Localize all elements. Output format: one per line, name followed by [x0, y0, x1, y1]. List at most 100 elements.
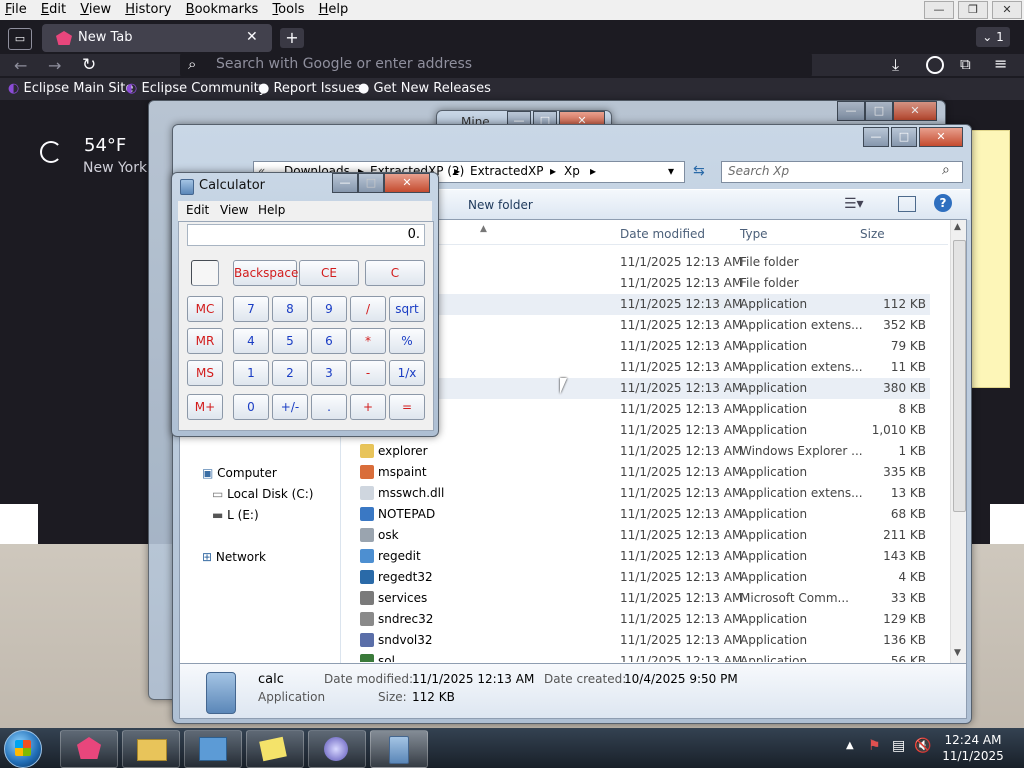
- tree-item-local-disk[interactable]: ▭ Local Disk (C:): [212, 487, 313, 501]
- menu-tools[interactable]: Tools: [267, 0, 309, 19]
- menu-view[interactable]: View: [220, 203, 248, 217]
- help-icon[interactable]: ?: [934, 194, 952, 212]
- key-6-button[interactable]: 6: [311, 328, 347, 354]
- tree-item-computer[interactable]: ▣ Computer: [202, 466, 277, 480]
- table-row[interactable]: osk 11/1/2025 12:13 AM Application 211 KB: [342, 525, 930, 546]
- table-row[interactable]: mspaint 11/1/2025 12:13 AM Application 335 …: [342, 462, 930, 483]
- network-icon[interactable]: ▤: [892, 738, 905, 754]
- tree-item-l-drive[interactable]: ▬ L (E:): [212, 508, 259, 522]
- address-bar[interactable]: ⌕ Search with Google or enter address: [180, 52, 812, 78]
- key-sign-button[interactable]: +/-: [272, 394, 308, 420]
- table-row[interactable]: services 11/1/2025 12:13 AM Microsoft Comm…: [342, 588, 930, 609]
- bookmark-eclipse-community[interactable]: ◐ Eclipse Community: [126, 81, 266, 96]
- key-7-button[interactable]: 7: [233, 296, 269, 322]
- action-center-icon[interactable]: ⚑: [868, 738, 881, 754]
- account-icon[interactable]: [926, 56, 944, 74]
- minimize-button[interactable]: —: [863, 127, 889, 147]
- c-button[interactable]: C: [365, 260, 425, 286]
- taskbar-mine-app[interactable]: [308, 730, 366, 768]
- key-add-button[interactable]: +: [350, 394, 386, 420]
- key-multiply-button[interactable]: *: [350, 328, 386, 354]
- search-input[interactable]: Search Xp ⌕: [721, 161, 963, 183]
- menu-bookmarks[interactable]: Bookmarks: [181, 0, 264, 19]
- key-equals-button[interactable]: =: [389, 394, 425, 420]
- column-type[interactable]: Type: [740, 227, 768, 241]
- tree-item-network[interactable]: ⊞ Network: [202, 550, 266, 564]
- breadcrumb-xp[interactable]: Xp: [564, 164, 580, 178]
- taskbar-sticky-notes[interactable]: [246, 730, 304, 768]
- menu-edit[interactable]: Edit: [36, 0, 71, 19]
- table-row[interactable]: sndvol32 11/1/2025 12:13 AM Application 136…: [342, 630, 930, 651]
- tab-new-tab[interactable]: New Tab ✕: [42, 24, 272, 52]
- breadcrumb-extractedxp[interactable]: ExtractedXP: [470, 164, 543, 178]
- key-4-button[interactable]: 4: [233, 328, 269, 354]
- minimize-button[interactable]: —: [837, 101, 865, 121]
- bookmark-get-new-releases[interactable]: ● Get New Releases: [358, 81, 491, 96]
- download-icon[interactable]: ⤓: [892, 55, 899, 75]
- taskbar-calculator[interactable]: [370, 730, 428, 768]
- mc-button[interactable]: MC: [187, 296, 223, 322]
- backspace-button[interactable]: Backspace: [233, 260, 298, 286]
- menu-help[interactable]: Help: [314, 0, 354, 19]
- extensions-icon[interactable]: ⧉: [960, 55, 971, 73]
- chevron-down-icon[interactable]: ▾: [668, 164, 674, 178]
- menu-file[interactable]: File: [0, 0, 32, 19]
- system-clock[interactable]: 12:24 AM 11/1/2025: [928, 732, 1018, 764]
- column-date-modified[interactable]: Date modified: [620, 227, 705, 241]
- key-2-button[interactable]: 2: [272, 360, 308, 386]
- reload-icon[interactable]: ↻: [82, 55, 96, 75]
- maximize-button[interactable]: ❐: [958, 1, 988, 19]
- close-button[interactable]: ✕: [893, 101, 937, 121]
- ce-button[interactable]: CE: [299, 260, 359, 286]
- table-row[interactable]: explorer 11/1/2025 12:13 AM Windows Explor…: [342, 441, 930, 462]
- calculator-window[interactable]: Calculator — □ ✕ Edit View Help 0. Backs…: [171, 172, 439, 437]
- key-sqrt-button[interactable]: sqrt: [389, 296, 425, 322]
- menu-edit[interactable]: Edit: [186, 203, 209, 217]
- scroll-down-icon[interactable]: ▼: [954, 648, 961, 658]
- table-row[interactable]: regedit 11/1/2025 12:13 AM Application 143 …: [342, 546, 930, 567]
- table-row[interactable]: sndrec32 11/1/2025 12:13 AM Application 129…: [342, 609, 930, 630]
- menu-view[interactable]: View: [75, 0, 116, 19]
- close-button[interactable]: ✕: [992, 1, 1022, 19]
- back-arrow-icon[interactable]: ←: [14, 56, 27, 75]
- menu-help[interactable]: Help: [258, 203, 285, 217]
- vertical-scrollbar[interactable]: ▲ ▼: [950, 220, 966, 664]
- close-tab-icon[interactable]: ✕: [246, 29, 258, 45]
- show-hidden-icons-icon[interactable]: ▲: [846, 740, 854, 751]
- table-row[interactable]: msswch.dll 11/1/2025 12:13 AM Application …: [342, 483, 930, 504]
- key-reciprocal-button[interactable]: 1/x: [389, 360, 425, 386]
- start-button[interactable]: [4, 730, 42, 768]
- refresh-icon[interactable]: ⇆: [693, 163, 705, 179]
- column-size[interactable]: Size: [860, 227, 885, 241]
- mr-button[interactable]: MR: [187, 328, 223, 354]
- forward-arrow-icon[interactable]: →: [48, 56, 61, 75]
- key-0-button[interactable]: 0: [233, 394, 269, 420]
- bookmark-report-issues[interactable]: ● Report Issues: [258, 81, 361, 96]
- key-decimal-button[interactable]: .: [311, 394, 347, 420]
- minimize-button[interactable]: —: [332, 173, 358, 193]
- key-9-button[interactable]: 9: [311, 296, 347, 322]
- menu-history[interactable]: History: [120, 0, 176, 19]
- key-percent-button[interactable]: %: [389, 328, 425, 354]
- table-row[interactable]: sol 11/1/2025 12:13 AM Application 56 KB: [342, 651, 930, 662]
- key-5-button[interactable]: 5: [272, 328, 308, 354]
- taskbar-firefox[interactable]: [60, 730, 118, 768]
- ms-button[interactable]: MS: [187, 360, 223, 386]
- minimize-button[interactable]: —: [924, 1, 954, 19]
- table-row[interactable]: regedt32 11/1/2025 12:13 AM Application 4 K…: [342, 567, 930, 588]
- view-options-icon[interactable]: ☰▾: [844, 196, 864, 212]
- taskbar-explorer[interactable]: [122, 730, 180, 768]
- firefox-view-icon[interactable]: ▭: [8, 28, 32, 50]
- close-button[interactable]: ✕: [919, 127, 963, 147]
- key-1-button[interactable]: 1: [233, 360, 269, 386]
- scrollbar-thumb[interactable]: [953, 240, 966, 512]
- taskbar-control-panel[interactable]: [184, 730, 242, 768]
- m-plus-button[interactable]: M+: [187, 394, 223, 420]
- preview-pane-icon[interactable]: [898, 196, 916, 212]
- maximize-button[interactable]: □: [891, 127, 917, 147]
- maximize-button[interactable]: □: [865, 101, 893, 121]
- bookmark-eclipse-main[interactable]: ◐ Eclipse Main Site: [8, 81, 133, 96]
- key-3-button[interactable]: 3: [311, 360, 347, 386]
- key-divide-button[interactable]: /: [350, 296, 386, 322]
- new-tab-button[interactable]: +: [280, 28, 304, 48]
